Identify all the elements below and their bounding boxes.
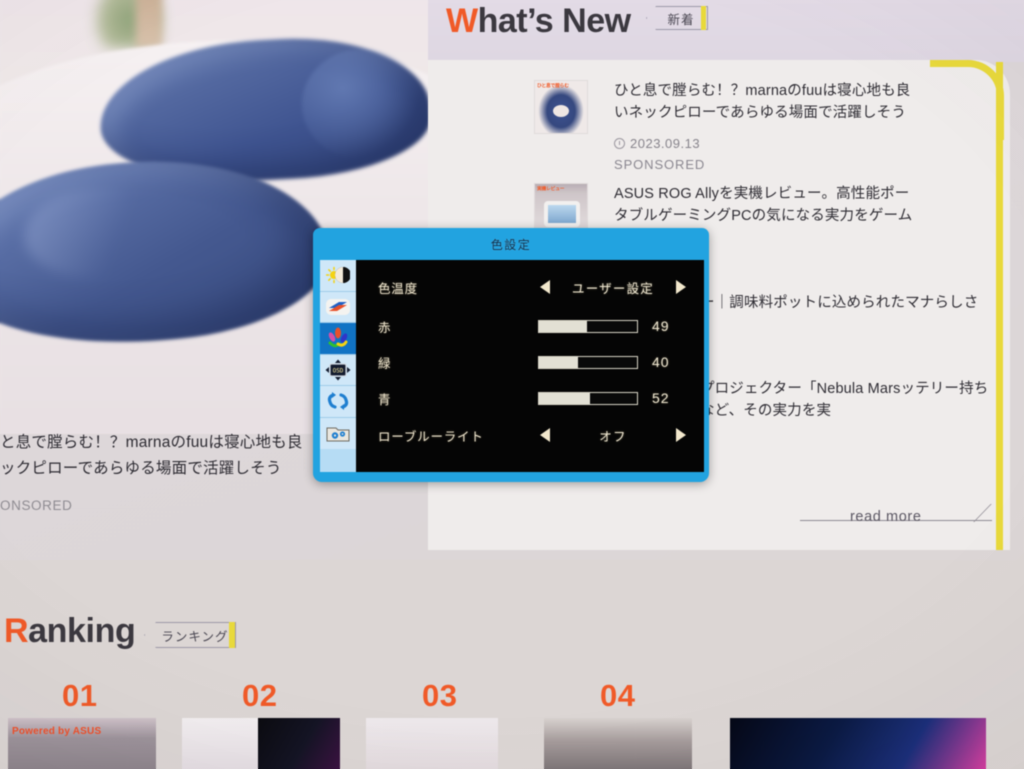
osd-content-panel: 色温度 ユーザー設定 赤 49 緑 40 青 52 ローブルーライト オフ — [356, 260, 704, 472]
menu-setup-folder-icon[interactable] — [320, 417, 356, 449]
rank-number: 02 — [242, 678, 278, 713]
whats-new-heading-rest: hat’s New — [477, 2, 631, 40]
left-article-title-line1: と息で膛らむ！？marnaのfuuは寝心地も良 — [0, 434, 303, 451]
osd-row-value-area: ユーザー設定 — [524, 278, 704, 297]
image-splendid-icon[interactable] — [320, 291, 356, 323]
whats-new-heading-accent: W — [446, 2, 478, 40]
color-settings-icon[interactable] — [320, 323, 356, 355]
osd-row-label: 赤 — [378, 320, 392, 335]
ranking-heading: Ranking — [4, 612, 136, 651]
article-thumbnail: ひと息で膛らむ — [534, 80, 588, 134]
whats-new-heading: What’s New — [446, 2, 631, 41]
osd-row-value: ユーザー設定 — [572, 281, 654, 296]
right-arrow-icon[interactable] — [676, 280, 686, 294]
osd-title: 色設定 — [490, 237, 532, 252]
left-article-caption[interactable]: と息で膛らむ！？marnaのfuuは寝心地も良 ックピローであらゆる場面で活躍し… — [0, 430, 340, 513]
rank-number: 01 — [62, 678, 98, 713]
left-article-sponsored: ONSORED — [0, 498, 73, 513]
ranking-heading-rest: anking — [28, 612, 136, 650]
badge-new: 新着 — [646, 6, 708, 30]
red-slider-fill — [539, 320, 588, 332]
rank-thumbnail[interactable] — [730, 718, 986, 769]
article-thumbnail-device — [544, 201, 580, 227]
right-arrow-icon[interactable] — [676, 428, 686, 442]
blue-slider-fill — [539, 392, 590, 404]
blue-slider[interactable] — [538, 391, 638, 405]
osd-row-color-temperature[interactable]: 色温度 ユーザー設定 — [356, 272, 704, 302]
osd-row-blue[interactable]: 青 52 — [356, 383, 704, 413]
osd-row-value: 49 — [652, 318, 670, 334]
article-thumbnail-label: ひと息で膛らむ — [537, 82, 569, 89]
osd-row-value-area: 49 — [524, 318, 704, 334]
monitor-osd-menu[interactable]: 色設定 OSD 色温度 ユーザー設定 赤 49 緑 40 青 52 ローブルーラ… — [313, 228, 709, 482]
osd-row-value-area: オフ — [524, 426, 704, 445]
green-slider[interactable] — [538, 355, 638, 369]
rank-thumbnail[interactable]: Powered by ASUS — [8, 718, 156, 769]
article-date: 2023.09.13 — [614, 136, 914, 151]
rank-thumbnail[interactable] — [258, 718, 340, 769]
badge-ranking-yellow-bar — [229, 622, 235, 648]
osd-body: OSD 色温度 ユーザー設定 赤 49 緑 40 青 52 ローブルーライト オ… — [320, 260, 704, 472]
osd-row-label: 青 — [378, 392, 392, 407]
monitor-screenshot: と息で膛らむ！？marnaのfuuは寝心地も良 ックピローであらゆる場面で活躍し… — [0, 0, 1024, 769]
article-title: ー｜調味料ポットに込められたマナらしさ — [700, 295, 979, 311]
osd-row-green[interactable]: 緑 40 — [356, 347, 704, 377]
article-row[interactable]: ー｜調味料ポットに込められたマナらしさ — [700, 292, 1000, 314]
svg-text:OSD: OSD — [333, 367, 344, 374]
left-arrow-icon[interactable] — [540, 428, 550, 442]
rank-thumbnail[interactable] — [366, 718, 498, 769]
osd-row-value: 52 — [652, 390, 670, 406]
card-yellow-corner — [930, 60, 1004, 140]
rank-thumbnail[interactable] — [544, 718, 692, 769]
clock-icon — [614, 138, 625, 149]
osd-row-red[interactable]: 赤 49 — [356, 311, 704, 341]
left-arrow-icon[interactable] — [540, 280, 550, 294]
osd-row-value: 40 — [652, 354, 670, 370]
osd-row-label: 色温度 — [378, 281, 418, 296]
ranking-section: Ranking ランキング 01 02 03 04 Powered by ASU… — [0, 560, 1024, 769]
badge-ranking: ランキング — [144, 622, 236, 648]
rank-number: 04 — [600, 678, 636, 713]
osd-row-label: ローブルーライト — [378, 429, 484, 444]
osd-row-value-area: 52 — [524, 390, 704, 406]
osd-setup-icon[interactable]: OSD — [320, 354, 356, 386]
article-row[interactable]: ひと息で膛らむ ひと息で膛らむ！？marnaのfuuは寝心地も良いネックピローで… — [534, 80, 914, 172]
osd-row-value-area: 40 — [524, 354, 704, 370]
article-text: プロジェクター「Nebula Marsッテリー持ちなど、その実力を実 — [700, 378, 1000, 422]
rank-thumbnail[interactable] — [182, 718, 258, 769]
left-article-title-line2: ックピローであらゆる場面で活躍しそう — [0, 460, 282, 477]
badge-new-yellow-bar — [701, 6, 706, 30]
article-text: ー｜調味料ポットに込められたマナらしさ — [700, 292, 978, 314]
brightness-contrast-icon[interactable] — [320, 260, 356, 292]
article-sponsored: SPONSORED — [614, 157, 706, 172]
osd-icon-sidebar[interactable]: OSD — [320, 260, 356, 472]
article-text: ひと息で膛らむ！？marnaのfuuは寝心地も良いネックピローであらゆる場面で活… — [614, 80, 914, 172]
rank-thumbnail-label: Powered by ASUS — [12, 726, 102, 737]
article-title: ひと息で膛らむ！？marnaのfuuは寝心地も良いネックピローであらゆる場面で活… — [614, 83, 911, 121]
system-refresh-icon[interactable] — [320, 386, 356, 418]
article-title: プロジェクター「Nebula Marsッテリー持ちなど、その実力を実 — [700, 381, 989, 419]
read-more-link[interactable]: read more — [850, 509, 922, 525]
osd-row-value: オフ — [599, 429, 627, 444]
green-slider-fill — [539, 356, 579, 368]
red-slider[interactable] — [538, 319, 638, 333]
article-row[interactable]: プロジェクター「Nebula Marsッテリー持ちなど、その実力を実 — [700, 378, 1000, 422]
osd-row-low-blue-light[interactable]: ローブルーライト オフ — [356, 420, 704, 450]
rank-number: 03 — [422, 678, 458, 713]
ranking-heading-accent: R — [4, 612, 29, 650]
article-date-value: 2023.09.13 — [630, 136, 701, 151]
article-thumbnail-label: 実機レビュー — [537, 185, 565, 192]
osd-row-label: 緑 — [378, 356, 392, 371]
